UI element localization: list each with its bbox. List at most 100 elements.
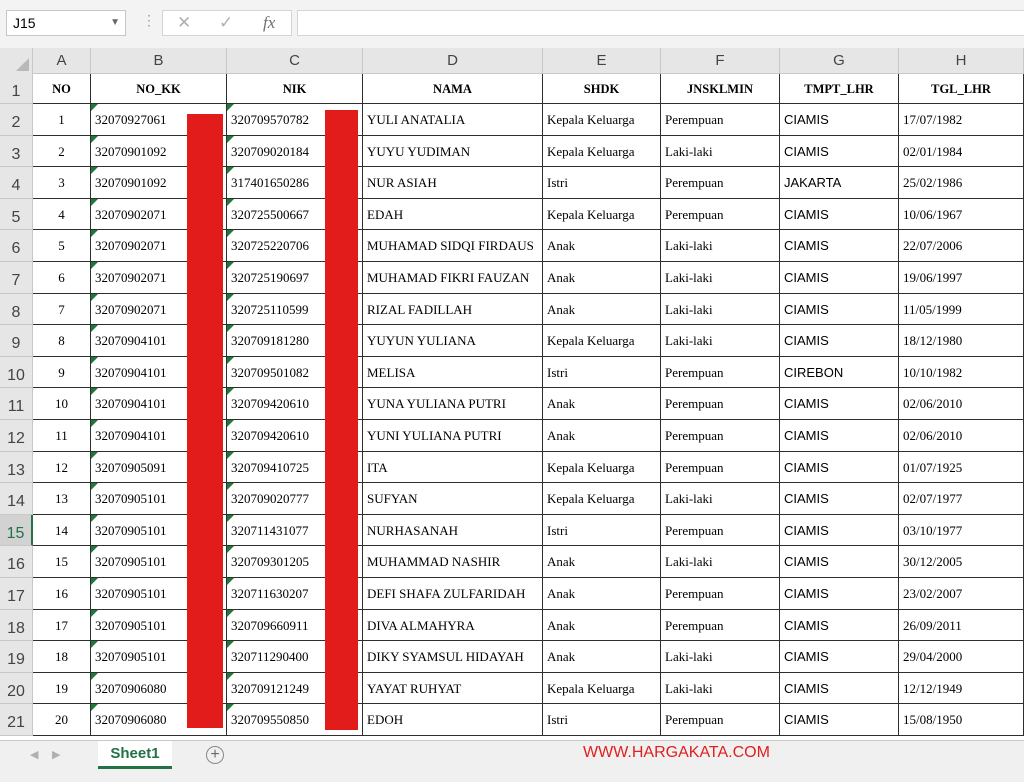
table-cell[interactable]: Laki-laki — [661, 230, 780, 262]
table-cell[interactable]: 26/09/2011 — [899, 609, 1024, 642]
table-cell[interactable]: CIAMIS — [780, 262, 899, 294]
column-header-c[interactable]: C — [227, 48, 363, 74]
table-cell[interactable]: Perempuan — [661, 198, 780, 231]
table-cell[interactable]: YUNA YULIANA PUTRI — [363, 388, 543, 420]
table-cell[interactable]: YUYUN YULIANA — [363, 325, 543, 357]
table-cell[interactable]: 29/04/2000 — [899, 641, 1024, 673]
table-cell[interactable]: Istri — [543, 514, 661, 547]
table-cell[interactable]: Perempuan — [661, 578, 780, 610]
table-cell[interactable]: Anak — [543, 388, 661, 420]
table-cell[interactable]: Istri — [543, 356, 661, 389]
table-cell[interactable]: 18/12/1980 — [899, 325, 1024, 357]
table-cell[interactable]: Laki-laki — [661, 483, 780, 515]
table-cell[interactable]: Anak — [543, 230, 661, 262]
table-cell[interactable]: 11/05/1999 — [899, 293, 1024, 326]
table-cell[interactable]: Laki-laki — [661, 546, 780, 578]
table-cell[interactable]: NURHASANAH — [363, 514, 543, 547]
table-cell[interactable]: Kepala Keluarga — [543, 325, 661, 357]
table-cell[interactable]: CIAMIS — [780, 641, 899, 673]
table-cell[interactable]: YUNI YULIANA PUTRI — [363, 420, 543, 452]
table-cell[interactable]: 10/06/1967 — [899, 198, 1024, 231]
table-cell[interactable]: 02/01/1984 — [899, 135, 1024, 168]
table-cell[interactable]: Laki-laki — [661, 325, 780, 357]
table-cell[interactable]: Kepala Keluarga — [543, 135, 661, 168]
table-cell[interactable]: Kepala Keluarga — [543, 451, 661, 484]
table-cell[interactable]: 15 — [33, 546, 91, 578]
table-cell[interactable]: CIAMIS — [780, 546, 899, 578]
table-cell[interactable]: Istri — [543, 704, 661, 736]
table-cell[interactable]: EDOH — [363, 704, 543, 736]
select-all-button[interactable] — [0, 48, 33, 74]
column-header-f[interactable]: F — [661, 48, 780, 74]
table-cell[interactable]: Kepala Keluarga — [543, 104, 661, 136]
table-cell[interactable]: 8 — [33, 325, 91, 357]
table-cell[interactable]: Anak — [543, 578, 661, 610]
row-header-1[interactable]: 1 — [0, 74, 33, 104]
table-cell[interactable]: 18 — [33, 641, 91, 673]
table-cell[interactable]: 11 — [33, 420, 91, 452]
table-cell[interactable]: Anak — [543, 609, 661, 642]
table-cell[interactable]: Perempuan — [661, 420, 780, 452]
table-cell[interactable]: Anak — [543, 420, 661, 452]
table-cell[interactable]: MUHAMAD FIKRI FAUZAN — [363, 262, 543, 294]
table-cell[interactable]: CIAMIS — [780, 609, 899, 642]
column-header-a[interactable]: A — [33, 48, 91, 74]
table-cell[interactable]: Istri — [543, 167, 661, 199]
table-cell[interactable]: Perempuan — [661, 514, 780, 547]
table-cell[interactable]: 25/02/1986 — [899, 167, 1024, 199]
column-header-b[interactable]: B — [91, 48, 227, 74]
row-header-3[interactable]: 3 — [0, 135, 33, 168]
row-header-8[interactable]: 8 — [0, 293, 33, 326]
table-cell[interactable]: RIZAL FADILLAH — [363, 293, 543, 326]
table-cell[interactable]: CIAMIS — [780, 451, 899, 484]
table-cell[interactable]: Kepala Keluarga — [543, 672, 661, 705]
table-cell[interactable]: DIVA ALMAHYRA — [363, 609, 543, 642]
row-header-5[interactable]: 5 — [0, 198, 33, 231]
table-cell[interactable]: CIAMIS — [780, 420, 899, 452]
table-cell[interactable]: 5 — [33, 230, 91, 262]
table-cell[interactable]: CIAMIS — [780, 514, 899, 547]
row-header-13[interactable]: 13 — [0, 451, 33, 484]
row-header-19[interactable]: 19 — [0, 641, 33, 673]
table-cell[interactable]: Perempuan — [661, 167, 780, 199]
table-cell[interactable]: 02/06/2010 — [899, 420, 1024, 452]
table-cell[interactable]: 23/02/2007 — [899, 578, 1024, 610]
row-header-17[interactable]: 17 — [0, 578, 33, 610]
name-box[interactable]: J15 ▼ — [6, 10, 126, 36]
table-cell[interactable]: MELISA — [363, 356, 543, 389]
table-cell[interactable]: 02/06/2010 — [899, 388, 1024, 420]
column-header-d[interactable]: D — [363, 48, 543, 74]
insert-function-icon[interactable]: fx — [263, 11, 275, 35]
table-cell[interactable]: MUHAMMAD NASHIR — [363, 546, 543, 578]
table-cell[interactable]: 10 — [33, 388, 91, 420]
table-cell[interactable]: Perempuan — [661, 388, 780, 420]
scroll-left-icon[interactable]: ◀ — [30, 748, 38, 761]
table-cell[interactable]: Laki-laki — [661, 672, 780, 705]
column-header-h[interactable]: H — [899, 48, 1024, 74]
header-cell-jnsklmin[interactable]: JNSKLMIN — [661, 74, 780, 104]
table-cell[interactable]: 2 — [33, 135, 91, 168]
table-cell[interactable]: 7 — [33, 293, 91, 326]
header-cell-nik[interactable]: NIK — [227, 74, 363, 104]
column-header-g[interactable]: G — [780, 48, 899, 74]
table-cell[interactable]: 03/10/1977 — [899, 514, 1024, 547]
table-cell[interactable]: DIKY SYAMSUL HIDAYAH — [363, 641, 543, 673]
table-cell[interactable]: 20 — [33, 704, 91, 736]
table-cell[interactable]: 12 — [33, 451, 91, 484]
table-cell[interactable]: Laki-laki — [661, 641, 780, 673]
table-cell[interactable]: 12/12/1949 — [899, 672, 1024, 705]
row-header-10[interactable]: 10 — [0, 356, 33, 389]
table-cell[interactable]: Perempuan — [661, 609, 780, 642]
table-cell[interactable]: NUR ASIAH — [363, 167, 543, 199]
table-cell[interactable]: 15/08/1950 — [899, 704, 1024, 736]
table-cell[interactable]: 19/06/1997 — [899, 262, 1024, 294]
table-cell[interactable]: JAKARTA — [780, 167, 899, 199]
table-cell[interactable]: 22/07/2006 — [899, 230, 1024, 262]
table-cell[interactable]: 17 — [33, 609, 91, 642]
table-cell[interactable]: CIREBON — [780, 356, 899, 389]
row-header-14[interactable]: 14 — [0, 483, 33, 515]
table-cell[interactable]: 17/07/1982 — [899, 104, 1024, 136]
table-cell[interactable]: CIAMIS — [780, 230, 899, 262]
table-cell[interactable]: 4 — [33, 198, 91, 231]
row-header-21[interactable]: 21 — [0, 704, 33, 736]
